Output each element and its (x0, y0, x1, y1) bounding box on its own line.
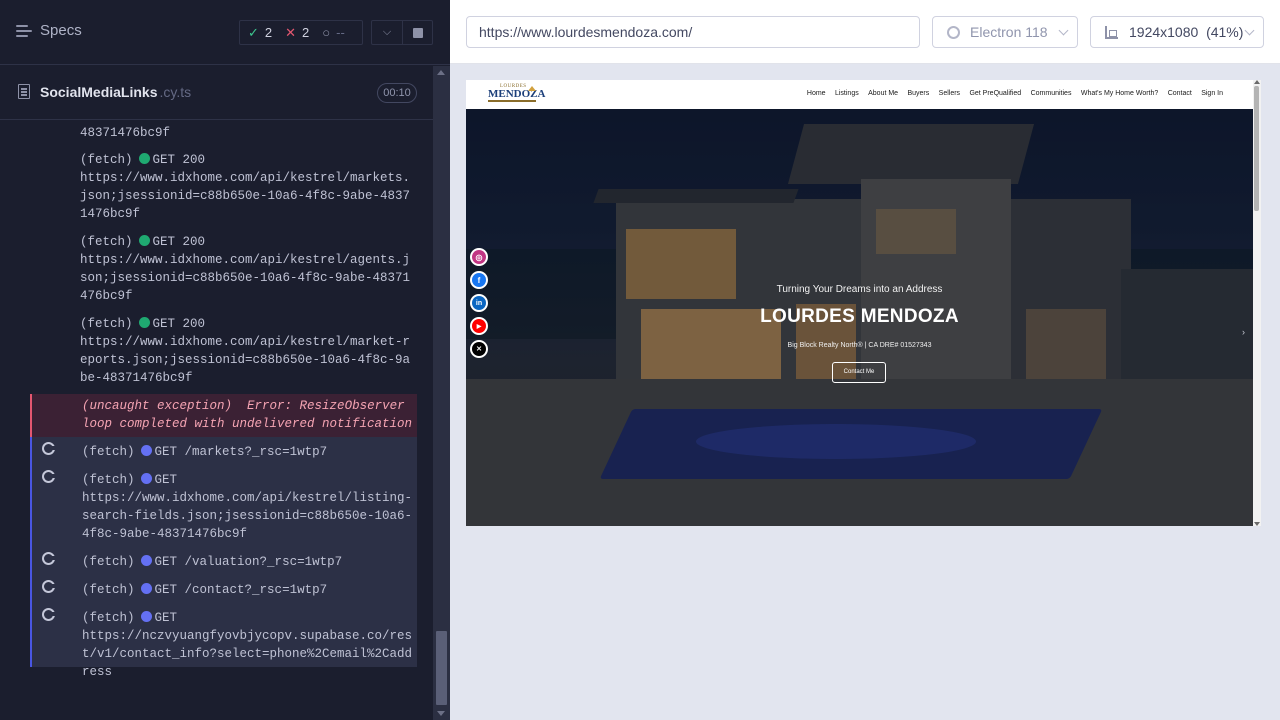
scroll-up-icon[interactable] (437, 70, 445, 75)
chevron-down-icon (1244, 25, 1255, 36)
status-dot-icon (140, 611, 152, 622)
carousel-next-icon[interactable]: › (1242, 327, 1245, 337)
spec-duration: 00:10 (377, 83, 417, 103)
check-icon: ✓ (248, 24, 259, 40)
app-preview-panel: https://www.lourdesmendoza.com/ Electron… (450, 0, 1280, 720)
facebook-link[interactable]: f (470, 271, 488, 289)
specs-toggle-button[interactable]: Specs (16, 22, 82, 39)
scroll-down-icon[interactable] (437, 711, 445, 716)
command-log-panel: Specs ✓ 2 ✕ 2 ○ -- ⌵ SocialMediaLinks .cy.ts… (0, 0, 450, 720)
linkedin-icon: in (472, 296, 486, 310)
browser-selector[interactable]: Electron 118 (932, 16, 1078, 48)
linkedin-link[interactable]: in (470, 294, 488, 312)
house-icon (528, 85, 536, 91)
specs-label: Specs (40, 22, 82, 39)
nav-link-sign-in[interactable]: Sign In (1201, 90, 1223, 97)
nav-link-prequalified[interactable]: Get PreQualified (969, 90, 1021, 97)
contact-me-button[interactable]: Contact Me (832, 362, 886, 383)
viewport-selector[interactable]: 1924x1080 (41%) (1090, 16, 1264, 48)
status-dot-icon (138, 235, 150, 246)
status-dot-icon (140, 445, 152, 456)
menu-icon (16, 24, 32, 37)
electron-icon (947, 26, 960, 39)
scrollbar-thumb (1254, 86, 1259, 211)
spinner-icon: ○ (322, 25, 331, 40)
x-link[interactable]: ✕ (470, 340, 488, 358)
reporter-header: Specs ✓ 2 ✕ 2 ○ -- ⌵ (0, 0, 450, 65)
log-entry[interactable]: (fetch) GET /valuation?_rsc=1wtp7 (30, 547, 417, 575)
instagram-link[interactable]: ◎ (470, 248, 488, 266)
nav-link-about[interactable]: About Me (868, 90, 898, 97)
nav-link-listings[interactable]: Listings (835, 90, 859, 97)
hero-tagline: Turning Your Dreams into an Address (776, 284, 943, 295)
nav-link-contact[interactable]: Contact (1168, 90, 1192, 97)
scrollbar-thumb[interactable] (436, 631, 447, 705)
spinner-icon (42, 552, 56, 565)
log-entry[interactable]: (fetch) GET 200 https://www.idxhome.com/a… (30, 233, 417, 309)
spinner-icon (42, 608, 56, 621)
passed-count: ✓ 2 (248, 24, 273, 41)
file-icon (18, 84, 30, 99)
youtube-icon: ▶ (472, 319, 486, 333)
status-dot-icon (138, 153, 150, 164)
test-stats: ✓ 2 ✕ 2 ○ -- (239, 20, 363, 45)
scroll-down-icon (1254, 522, 1260, 526)
failed-count: ✕ 2 (285, 24, 310, 41)
log-entry[interactable]: (fetch) GET /contact?_rsc=1wtp7 (30, 575, 417, 603)
command-log-scrollbar[interactable] (433, 66, 450, 720)
youtube-link[interactable]: ▶ (470, 317, 488, 335)
nav-link-sellers[interactable]: Sellers (939, 90, 960, 97)
url-field[interactable]: https://www.lourdesmendoza.com/ (466, 16, 920, 48)
log-entry[interactable]: (fetch) GET 200 https://www.idxhome.com/a… (30, 315, 417, 391)
pending-count: ○ -- (322, 25, 345, 40)
viewport-icon (1105, 26, 1118, 39)
scroll-up-icon (1254, 80, 1260, 84)
site-logo[interactable]: LOURDES MENDOZA (486, 84, 545, 105)
error-log-entry[interactable]: (uncaught exception) Error: ResizeObserv… (30, 394, 417, 449)
preview-toolbar: https://www.lourdesmendoza.com/ Electron… (450, 0, 1280, 64)
site-nav-links: Home Listings About Me Buyers Sellers Ge… (807, 90, 1223, 97)
x-icon: ✕ (285, 24, 297, 40)
nav-link-communities[interactable]: Communities (1031, 90, 1072, 97)
status-dot-icon (140, 473, 152, 484)
hero-section: Turning Your Dreams into an Address LOUR… (466, 109, 1253, 526)
instagram-icon: ◎ (472, 250, 486, 264)
aut-scrollbar[interactable] (1253, 80, 1261, 526)
hero-subtitle: Big Block Realty North® | CA DRE# 015273… (787, 342, 932, 349)
x-icon: ✕ (472, 342, 486, 356)
stop-icon (412, 27, 423, 38)
stop-button[interactable] (403, 20, 433, 45)
spinner-icon (42, 470, 56, 483)
nav-link-buyers[interactable]: Buyers (907, 90, 929, 97)
status-dot-icon (138, 317, 150, 328)
status-dot-icon (140, 555, 152, 566)
chevron-down-icon[interactable]: ⌵ (371, 20, 403, 45)
spinner-icon (42, 442, 56, 455)
spec-header: SocialMediaLinks .cy.ts 00:10 (0, 66, 433, 120)
application-under-test: LOURDES MENDOZA Home Listings About Me B… (466, 80, 1261, 526)
nav-link-home-worth[interactable]: What's My Home Worth? (1081, 90, 1158, 97)
site-navbar: LOURDES MENDOZA Home Listings About Me B… (466, 80, 1253, 109)
log-entry[interactable]: (fetch) GET https://www.idxhome.com/api/k… (30, 465, 417, 547)
log-entry[interactable]: (fetch) GET /markets?_rsc=1wtp7 (30, 437, 417, 465)
status-dot-icon (140, 583, 152, 594)
hero-title: LOURDES MENDOZA (760, 306, 959, 327)
facebook-icon: f (472, 273, 486, 287)
spinner-icon (42, 580, 56, 593)
spec-title[interactable]: SocialMediaLinks .cy.ts (40, 84, 191, 100)
command-log: 48371476bc9f (fetch) GET 200 https://www.… (0, 121, 433, 720)
log-entry: 48371476bc9f (80, 126, 171, 140)
log-entry[interactable]: (fetch) GET 200 https://www.idxhome.com/a… (30, 151, 417, 227)
log-entry[interactable]: (fetch) GET https://nczvyuangfyovbjycopv.… (30, 603, 417, 679)
chevron-down-icon (1058, 25, 1069, 36)
nav-link-home[interactable]: Home (807, 90, 826, 97)
